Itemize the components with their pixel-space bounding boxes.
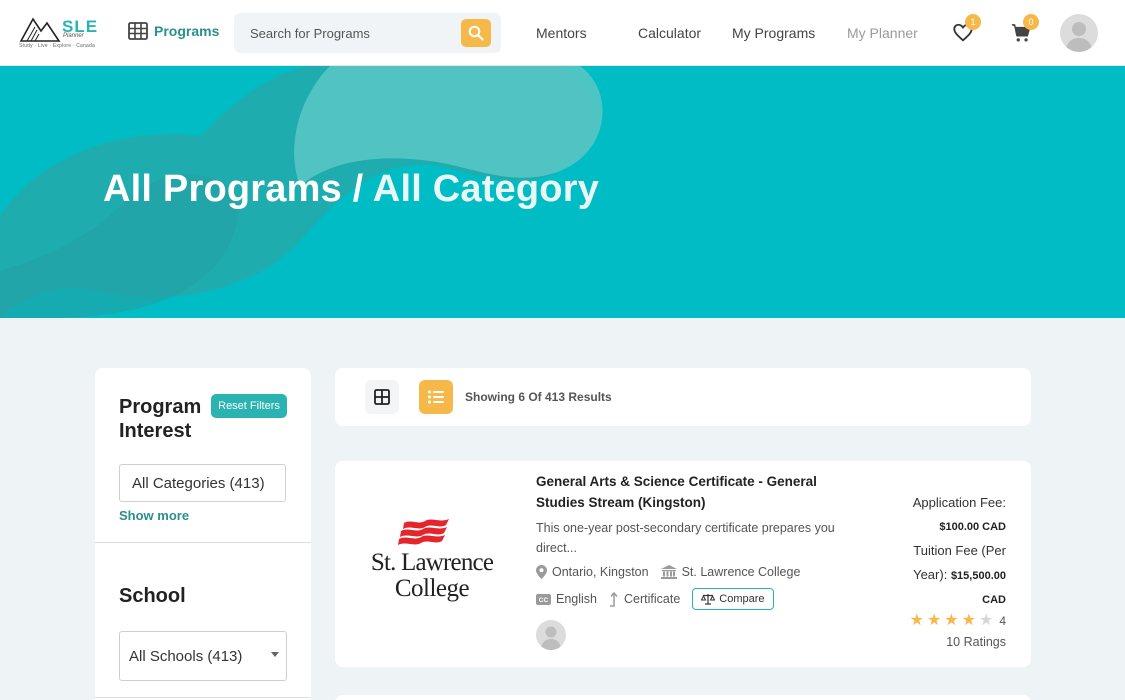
- star-filled-icon: ★: [909, 612, 924, 629]
- institution-icon: [660, 565, 677, 579]
- closed-caption-icon: CC: [536, 593, 551, 605]
- program-location-text: Ontario, Kingston: [552, 565, 649, 579]
- college-logo: St. Lawrence College: [355, 517, 505, 607]
- program-language-text: English: [556, 592, 597, 606]
- star-filled-icon: ★: [944, 612, 959, 629]
- nav-link-mentors[interactable]: Mentors: [536, 25, 587, 41]
- star-filled-icon: ★: [926, 612, 942, 629]
- program-description: This one-year post-secondary certificate…: [536, 521, 835, 555]
- cart-count-badge: 0: [1023, 14, 1039, 30]
- user-silhouette-icon: [1066, 22, 1092, 52]
- dropdown-caret-icon: [271, 652, 279, 657]
- program-meta-row-1: Ontario, Kingston St. Lawrence College: [536, 565, 812, 579]
- page-title-part1: All Programs /: [103, 168, 364, 210]
- logo-tagline: Study · Live · Explore · Canada: [19, 43, 95, 49]
- list-view-icon: [428, 390, 444, 404]
- page-title: All Programs / All Category: [103, 168, 599, 211]
- sidebar-divider: [95, 542, 311, 543]
- grid-icon: [128, 22, 148, 40]
- user-silhouette-icon: [541, 626, 561, 650]
- show-more-link[interactable]: Show more: [119, 508, 189, 523]
- reset-filters-button[interactable]: Reset Filters: [211, 394, 287, 418]
- college-logo-line2: College: [394, 575, 470, 602]
- program-location: Ontario, Kingston: [536, 565, 649, 579]
- search-input[interactable]: [234, 13, 454, 53]
- nav-link-my-programs[interactable]: My Programs: [732, 25, 815, 41]
- program-fees: Application Fee: $100.00 CAD Tuition Fee…: [886, 491, 1006, 612]
- mentor-avatar[interactable]: [536, 620, 566, 650]
- program-card[interactable]: St. Lawrence College General Arts & Scie…: [335, 461, 1031, 667]
- application-fee-value: $100.00 CAD: [939, 521, 1006, 533]
- school-heading: School: [119, 585, 186, 607]
- grid-view-icon: [374, 389, 390, 405]
- results-toolbar: Showing 6 Of 413 Results: [335, 368, 1031, 426]
- search-bar: [234, 13, 501, 53]
- tuition-fee-line2: Year): $15,500.00: [886, 563, 1006, 588]
- programs-menu-button[interactable]: Programs: [128, 22, 219, 40]
- user-avatar[interactable]: [1060, 14, 1098, 52]
- star-empty-icon: ★: [978, 612, 994, 629]
- top-navbar: SLE Planner Study · Live · Explore · Can…: [0, 0, 1125, 66]
- tuition-fee-value: $15,500.00: [950, 570, 1006, 582]
- tuition-fee-label-line1: Tuition Fee (Per: [913, 543, 1006, 558]
- svg-text:CC: CC: [539, 597, 549, 604]
- school-select[interactable]: All Schools (413): [119, 631, 287, 681]
- program-school-text: St. Lawrence College: [681, 565, 801, 579]
- college-logo-text: St. Lawrence College: [362, 550, 502, 602]
- wishlist-button[interactable]: 1: [952, 14, 981, 46]
- program-card-next: [335, 695, 1031, 700]
- program-school: St. Lawrence College: [660, 565, 801, 579]
- program-credential: Certificate: [609, 591, 681, 607]
- ratings-count: 10 Ratings: [946, 635, 1006, 649]
- college-logo-line1: St. Lawrence: [370, 549, 494, 576]
- category-filter[interactable]: All Categories (413): [119, 464, 286, 502]
- sle-logo[interactable]: SLE Planner Study · Live · Explore · Can…: [19, 13, 99, 53]
- nav-link-my-planner[interactable]: My Planner: [847, 25, 918, 41]
- wishlist-count-badge: 1: [965, 14, 981, 30]
- school-select-value: All Schools (413): [129, 648, 243, 665]
- tuition-fee-currency: CAD: [982, 594, 1006, 606]
- sidebar-divider: [95, 697, 311, 698]
- page-title-part2: All Category: [372, 168, 600, 210]
- program-title[interactable]: General Arts & Science Certificate - Gen…: [536, 471, 846, 513]
- application-fee-label: Application Fee:: [912, 495, 1006, 510]
- list-view-button[interactable]: [419, 380, 453, 414]
- grid-view-button[interactable]: [365, 380, 399, 414]
- compare-button-label: Compare: [719, 593, 765, 605]
- program-credential-text: Certificate: [624, 592, 681, 606]
- star-list: ★ ★ ★ ★ ★: [910, 613, 994, 629]
- level-up-icon: [610, 591, 618, 607]
- hero-banner: All Programs / All Category: [0, 66, 1125, 318]
- map-pin-icon: [536, 565, 547, 579]
- rating-stars: ★ ★ ★ ★ ★ 4: [910, 613, 1006, 629]
- star-filled-icon: ★: [961, 612, 976, 629]
- search-button[interactable]: [461, 19, 491, 47]
- logo-subtext: Planner: [63, 33, 84, 39]
- cart-button[interactable]: 0: [1010, 14, 1039, 46]
- rating-value: 4: [999, 614, 1006, 628]
- compare-button[interactable]: Compare: [692, 588, 774, 610]
- filter-sidebar: Program Interest Reset Filters All Categ…: [95, 368, 311, 700]
- mountain-logo-icon: [19, 17, 61, 42]
- balance-scale-icon: [701, 594, 716, 605]
- programs-label: Programs: [154, 23, 220, 39]
- tuition-fee-label-line2: Year):: [913, 567, 948, 582]
- results-count-text: Showing 6 Of 413 Results: [465, 390, 612, 404]
- program-interest-heading: Program Interest: [119, 396, 202, 442]
- nav-link-calculator[interactable]: Calculator: [638, 25, 701, 41]
- program-language: CC English: [536, 592, 597, 606]
- program-meta-row-2: CC English Certificate Compare: [536, 588, 774, 610]
- search-icon: [468, 25, 484, 41]
